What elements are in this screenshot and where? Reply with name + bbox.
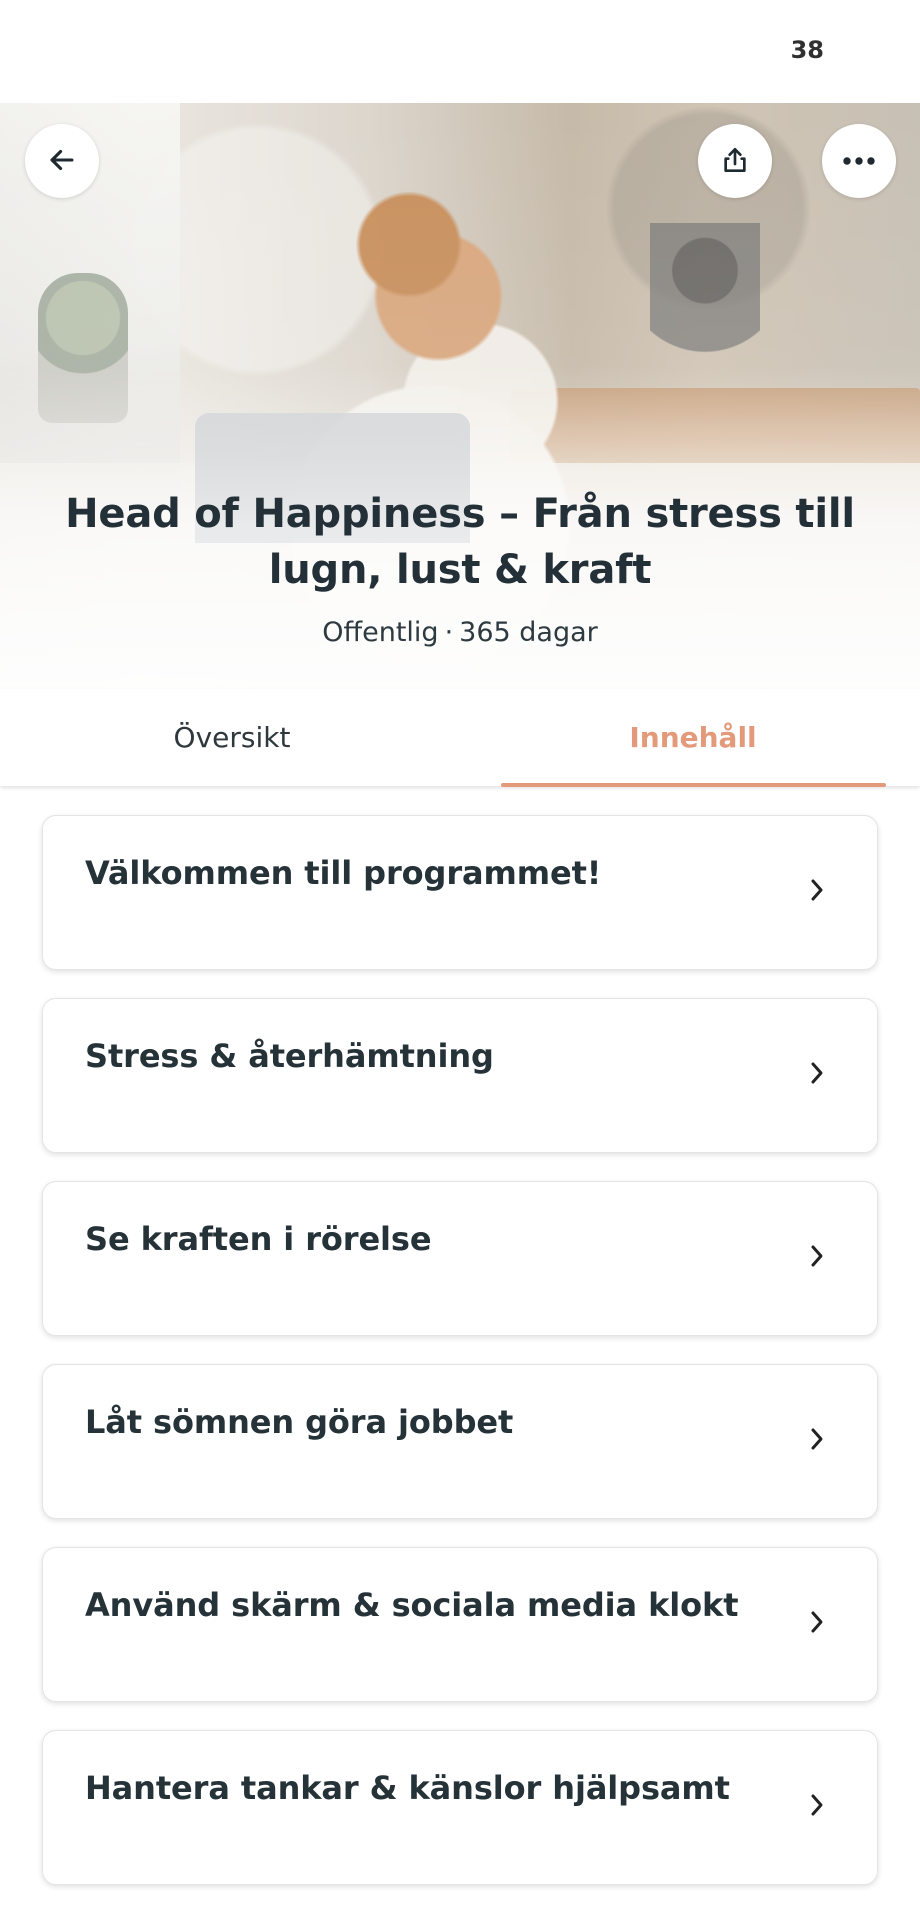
module-title: Hantera tankar & känslor hjälpsamt: [85, 1769, 730, 1807]
module-title: Stress & återhämtning: [85, 1037, 494, 1075]
module-card-somn[interactable]: Låt sömnen göra jobbet: [42, 1364, 878, 1519]
page-title: Head of Happiness – Från stress till lug…: [65, 491, 855, 593]
module-title: Låt sömnen göra jobbet: [85, 1403, 514, 1441]
tab-innehall[interactable]: Innehåll: [500, 689, 886, 786]
program-tabs: Översikt Innehåll: [0, 689, 920, 787]
module-card-stress[interactable]: Stress & återhämtning: [42, 998, 878, 1153]
module-title: Se kraften i rörelse: [85, 1220, 432, 1258]
hero-text: Head of Happiness – Från stress till lug…: [0, 486, 920, 650]
share-icon: [719, 144, 751, 179]
chevron-right-icon: [805, 1424, 829, 1454]
status-indicator: 38: [790, 36, 824, 64]
chevron-right-icon: [805, 1790, 829, 1820]
share-button[interactable]: [698, 124, 772, 198]
chevron-right-icon: [805, 1058, 829, 1088]
module-card-tankar[interactable]: Hantera tankar & känslor hjälpsamt: [42, 1730, 878, 1885]
more-dots-icon: [842, 154, 876, 169]
module-card-valkommen[interactable]: Välkommen till programmet!: [42, 815, 878, 970]
meta-separator: ·: [444, 617, 454, 648]
chevron-right-icon: [805, 1607, 829, 1637]
module-list: Välkommen till programmet! Stress & åter…: [42, 815, 878, 1913]
status-bar: 38: [0, 0, 920, 103]
more-options-button[interactable]: [822, 124, 896, 198]
program-meta: Offentlig · 365 dagar: [0, 616, 920, 650]
module-card-skarm[interactable]: Använd skärm & sociala media klokt: [42, 1547, 878, 1702]
back-button[interactable]: [25, 124, 99, 198]
visibility-text: Offentlig: [322, 617, 439, 648]
arrow-left-icon: [45, 143, 79, 180]
duration-text: 365 dagar: [459, 617, 598, 648]
module-title: Välkommen till programmet!: [85, 854, 602, 892]
chevron-right-icon: [805, 875, 829, 905]
module-card-rorelse[interactable]: Se kraften i rörelse: [42, 1181, 878, 1336]
module-title: Använd skärm & sociala media klokt: [85, 1586, 739, 1624]
chevron-right-icon: [805, 1241, 829, 1271]
tab-oversikt[interactable]: Översikt: [0, 689, 464, 786]
active-tab-indicator: [501, 783, 886, 787]
